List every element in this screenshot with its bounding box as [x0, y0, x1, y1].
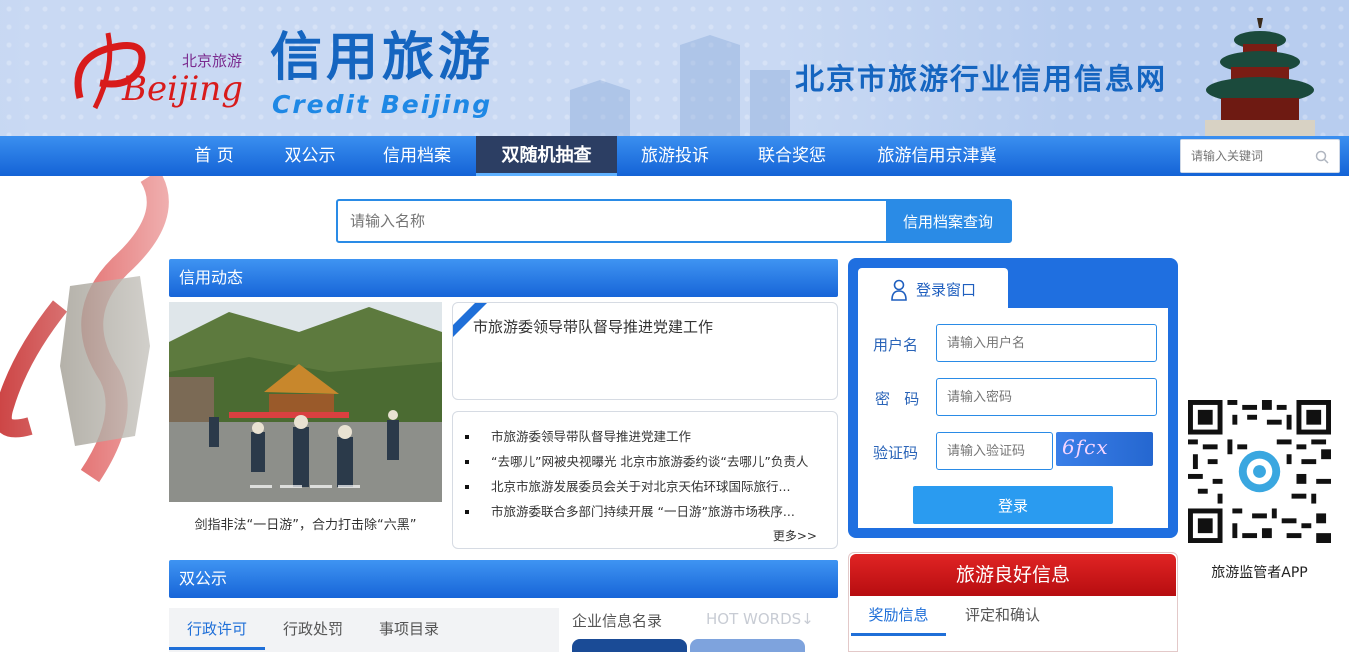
- carousel-dot[interactable]: [310, 485, 332, 488]
- nav-jingjinji[interactable]: 旅游信用京津冀: [862, 136, 1012, 176]
- username-label: 用户名: [873, 336, 919, 354]
- enterprise-directory-label[interactable]: 企业信息名录: [572, 610, 662, 631]
- tab-rating-confirmation[interactable]: 评定和确认: [955, 600, 1050, 636]
- bullet: [465, 460, 469, 464]
- login-tab[interactable]: 登录窗口: [858, 268, 1008, 309]
- headline-card[interactable]: NEWS 市旅游委领导带队督导推进党建工作: [452, 302, 838, 400]
- password-label: 密 码: [875, 390, 920, 408]
- nav-dual-publicity[interactable]: 双公示: [270, 136, 350, 176]
- main-nav: 首 页 双公示 信用档案 双随机抽查 旅游投诉 联合奖惩 旅游信用京津冀: [0, 136, 1349, 176]
- news-list-item[interactable]: 市旅游委联合多部门持续开展 “一日游”旅游市场秩序...: [465, 499, 835, 524]
- nav-joint-reward-punish[interactable]: 联合奖惩: [745, 136, 839, 176]
- password-input[interactable]: [936, 378, 1157, 416]
- logo-tag: 北京旅游: [182, 52, 242, 70]
- qr-code: [1188, 400, 1331, 543]
- news-list-item[interactable]: “去哪儿”网被央视曝光 北京市旅游委约谈“去哪儿”负责人: [465, 449, 835, 474]
- bullet: [465, 485, 469, 489]
- carousel-dot[interactable]: [280, 485, 302, 488]
- headline-title[interactable]: 市旅游委领导带队督导推进党建工作: [473, 316, 713, 337]
- keyword-search: [1180, 139, 1340, 173]
- carousel-dot[interactable]: [338, 485, 360, 488]
- tab-admin-penalty[interactable]: 行政处罚: [265, 608, 361, 650]
- tab-admin-license[interactable]: 行政许可: [169, 608, 265, 650]
- tab-reward-info[interactable]: 奖励信息: [851, 600, 946, 636]
- logo-subtitle: Credit Beijing: [272, 90, 493, 119]
- logo-script: Beijing: [121, 69, 243, 109]
- name-search-input[interactable]: [338, 201, 886, 241]
- tab-item-catalog[interactable]: 事项目录: [361, 608, 457, 650]
- public-section-title: 双公示: [169, 560, 838, 598]
- skyline-silhouette: [570, 35, 790, 136]
- nav-credit-archive[interactable]: 信用档案: [370, 136, 464, 176]
- carousel-dot[interactable]: [250, 485, 272, 488]
- news-list-item[interactable]: 北京市旅游发展委员会关于对北京天佑环球国际旅行...: [465, 474, 835, 499]
- hot-words-label[interactable]: HOT WORDS↓: [706, 610, 814, 628]
- news-list: 市旅游委领导带队督导推进党建工作 “去哪儿”网被央视曝光 北京市旅游委约谈“去哪…: [452, 411, 838, 549]
- news-photo[interactable]: [169, 302, 442, 502]
- captcha-input[interactable]: [936, 432, 1053, 470]
- captcha-label: 验证码: [873, 444, 919, 462]
- login-button[interactable]: 登录: [913, 486, 1113, 524]
- nav-random-inspection[interactable]: 双随机抽查: [476, 136, 617, 176]
- logo-title: 信用旅游: [270, 28, 495, 88]
- news-section-title: 信用动态: [169, 259, 838, 297]
- more-link[interactable]: 更多>>: [773, 527, 817, 544]
- nav-tourism-complaint[interactable]: 旅游投诉: [628, 136, 722, 176]
- temple-of-heaven-icon: [1205, 18, 1315, 136]
- news-photo-caption[interactable]: 剑指非法“一日游”，合力打击除“六黑”: [169, 514, 442, 533]
- news-list-item[interactable]: 市旅游委领导带队督导推进党建工作: [465, 424, 835, 449]
- hot-word-pill[interactable]: [690, 639, 805, 652]
- qr-label: 旅游监管者APP: [1211, 565, 1308, 581]
- site-name: 北京市旅游行业信用信息网: [795, 62, 1168, 96]
- captcha-text: 6fcx: [1062, 435, 1109, 459]
- beijing-logo: Beijing 北京旅游: [74, 32, 243, 110]
- login-tab-label: 登录窗口: [916, 281, 977, 299]
- keyword-search-input[interactable]: [1181, 140, 1311, 172]
- good-info-title: 旅游良好信息: [850, 554, 1176, 596]
- nav-home[interactable]: 首 页: [174, 136, 254, 176]
- archive-search-button[interactable]: 信用档案查询: [886, 201, 1010, 241]
- archive-search: 信用档案查询: [336, 199, 1012, 243]
- captcha-image[interactable]: 6fcx: [1056, 432, 1153, 466]
- site-header: Beijing 北京旅游 信用旅游 Credit Beijing 北京市旅游行业…: [0, 0, 1349, 136]
- public-tabs: 行政许可 行政处罚 事项目录: [169, 608, 559, 652]
- photo-carousel-dots: [250, 485, 360, 488]
- user-icon: [891, 279, 907, 301]
- hot-word-pill[interactable]: [572, 639, 687, 652]
- news-photo-image: [169, 302, 442, 502]
- username-input[interactable]: [936, 324, 1157, 362]
- bullet: [465, 435, 469, 439]
- ribbon-decoration: [0, 176, 175, 506]
- bullet: [465, 510, 469, 514]
- search-icon[interactable]: [1315, 150, 1329, 164]
